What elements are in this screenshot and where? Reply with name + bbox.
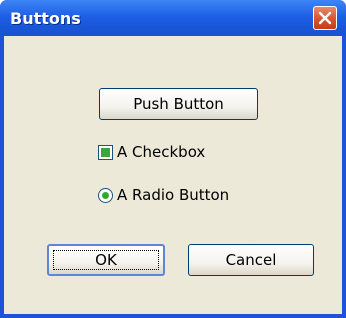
window-title: Buttons: [10, 9, 81, 28]
checkbox-indeterminate-mark: [101, 148, 110, 157]
cancel-button[interactable]: Cancel: [188, 244, 314, 276]
title-bar[interactable]: Buttons: [0, 0, 346, 36]
checkbox[interactable]: [98, 145, 113, 160]
ok-button[interactable]: OK: [47, 244, 165, 276]
radio-selected-dot: [102, 192, 109, 199]
radio-button[interactable]: [98, 188, 113, 203]
close-button[interactable]: [313, 6, 337, 30]
checkbox-label[interactable]: A Checkbox: [117, 143, 205, 161]
buttons-dialog: Buttons Push Button A Checkbox A Radio B…: [0, 0, 346, 318]
focus-rectangle: [53, 250, 159, 270]
dialog-body: Push Button A Checkbox A Radio Button OK…: [4, 36, 342, 314]
radio-label[interactable]: A Radio Button: [117, 186, 229, 204]
close-icon: [318, 11, 332, 25]
push-button[interactable]: Push Button: [99, 88, 258, 120]
